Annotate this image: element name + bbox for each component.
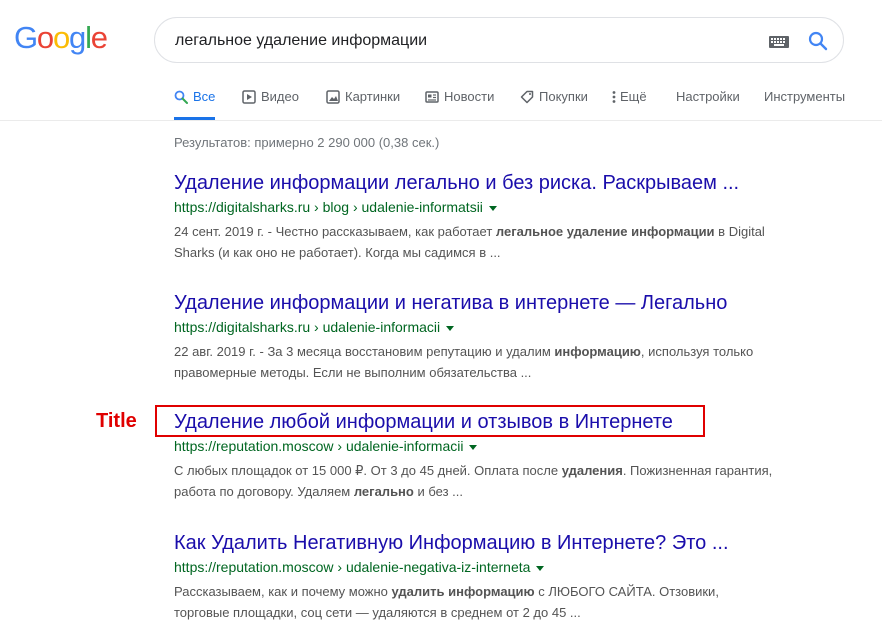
tab-settings[interactable]: Настройки bbox=[676, 84, 740, 120]
dropdown-arrow-icon[interactable] bbox=[536, 565, 545, 571]
annotation-label: Title bbox=[96, 410, 137, 432]
more-dots-icon bbox=[612, 84, 616, 110]
logo-letter: e bbox=[90, 20, 108, 55]
result-title[interactable]: Удаление информации легально и без риска… bbox=[174, 170, 874, 196]
tab-label: Картинки bbox=[345, 89, 401, 104]
result-title[interactable]: Как Удалить Негативную Информацию в Инте… bbox=[174, 530, 874, 556]
search-icon bbox=[174, 84, 188, 110]
search-box[interactable]: легальное удаление информации bbox=[154, 17, 844, 63]
snippet-highlight: информацию bbox=[554, 344, 641, 359]
search-result: Как Удалить Негативную Информацию в Инте… bbox=[174, 530, 874, 623]
snippet-highlight: удаления bbox=[561, 463, 623, 478]
search-input[interactable]: легальное удаление информации bbox=[175, 31, 427, 51]
result-snippet: Рассказываем, как и почему можно удалить… bbox=[174, 581, 774, 623]
snippet-text: С любых площадок от 15 000 ₽. От 3 до 45… bbox=[174, 463, 562, 478]
google-logo[interactable]: G o o g l e bbox=[14, 20, 108, 56]
search-result: Удаление информации и негатива в интерне… bbox=[174, 290, 874, 383]
logo-letter: g bbox=[69, 20, 86, 55]
dropdown-arrow-icon[interactable] bbox=[469, 444, 478, 450]
tag-icon bbox=[520, 84, 534, 110]
result-url[interactable]: https://digitalsharks.ru › blog › udalen… bbox=[174, 197, 483, 217]
result-snippet: 24 сент. 2019 г. - Честно рассказываем, … bbox=[174, 221, 774, 263]
tab-more[interactable]: Ещё bbox=[612, 84, 647, 120]
tab-label: Все bbox=[193, 89, 216, 104]
play-icon bbox=[242, 84, 256, 110]
snippet-highlight: легальное удаление информации bbox=[495, 224, 715, 239]
tab-label: Настройки bbox=[676, 89, 740, 104]
tab-shopping[interactable]: Покупки bbox=[520, 84, 588, 120]
search-tabs: Все Видео Картинки Новости Покупки Ещё Н… bbox=[0, 84, 882, 121]
search-icon[interactable] bbox=[808, 31, 828, 56]
tab-label: Новости bbox=[444, 89, 495, 104]
result-url[interactable]: https://reputation.moscow › udalenie-inf… bbox=[174, 436, 463, 456]
result-snippet: 22 авг. 2019 г. - За 3 месяца восстанови… bbox=[174, 341, 774, 383]
dropdown-arrow-icon[interactable] bbox=[488, 205, 497, 211]
snippet-highlight: удалить информацию bbox=[391, 584, 535, 599]
snippet-text: Рассказываем, как и почему можно bbox=[174, 584, 392, 599]
tab-images[interactable]: Картинки bbox=[326, 84, 400, 120]
logo-letter: o bbox=[52, 20, 70, 55]
result-snippet: С любых площадок от 15 000 ₽. От 3 до 45… bbox=[174, 460, 774, 502]
logo-letter: o bbox=[36, 20, 54, 55]
keyboard-icon[interactable] bbox=[769, 35, 789, 53]
tab-label: Покупки bbox=[539, 89, 588, 104]
tab-news[interactable]: Новости bbox=[425, 84, 494, 120]
result-title[interactable]: Удаление информации и негатива в интерне… bbox=[174, 290, 874, 316]
tab-video[interactable]: Видео bbox=[242, 84, 299, 120]
tab-tools[interactable]: Инструменты bbox=[764, 84, 845, 120]
news-icon bbox=[425, 84, 439, 110]
tab-all[interactable]: Все bbox=[174, 84, 216, 120]
snippet-text: 22 авг. 2019 г. - За 3 месяца восстанови… bbox=[174, 344, 555, 359]
image-icon bbox=[326, 84, 340, 110]
snippet-text: 24 сент. 2019 г. - Честно рассказываем, … bbox=[174, 224, 496, 239]
snippet-highlight: легально bbox=[353, 484, 414, 499]
dropdown-arrow-icon[interactable] bbox=[446, 325, 455, 331]
tab-label: Видео bbox=[261, 89, 299, 104]
search-result: Удаление информации легально и без риска… bbox=[174, 170, 874, 263]
result-url[interactable]: https://digitalsharks.ru › udalenie-info… bbox=[174, 317, 440, 337]
logo-letter: G bbox=[14, 20, 38, 55]
snippet-text: и без ... bbox=[413, 484, 463, 499]
annotation-highlight-box bbox=[155, 405, 705, 437]
result-url[interactable]: https://reputation.moscow › udalenie-neg… bbox=[174, 557, 530, 577]
tab-label: Ещё bbox=[620, 89, 647, 104]
tab-label: Инструменты bbox=[764, 89, 846, 104]
result-stats: Результатов: примерно 2 290 000 (0,38 се… bbox=[174, 135, 440, 150]
